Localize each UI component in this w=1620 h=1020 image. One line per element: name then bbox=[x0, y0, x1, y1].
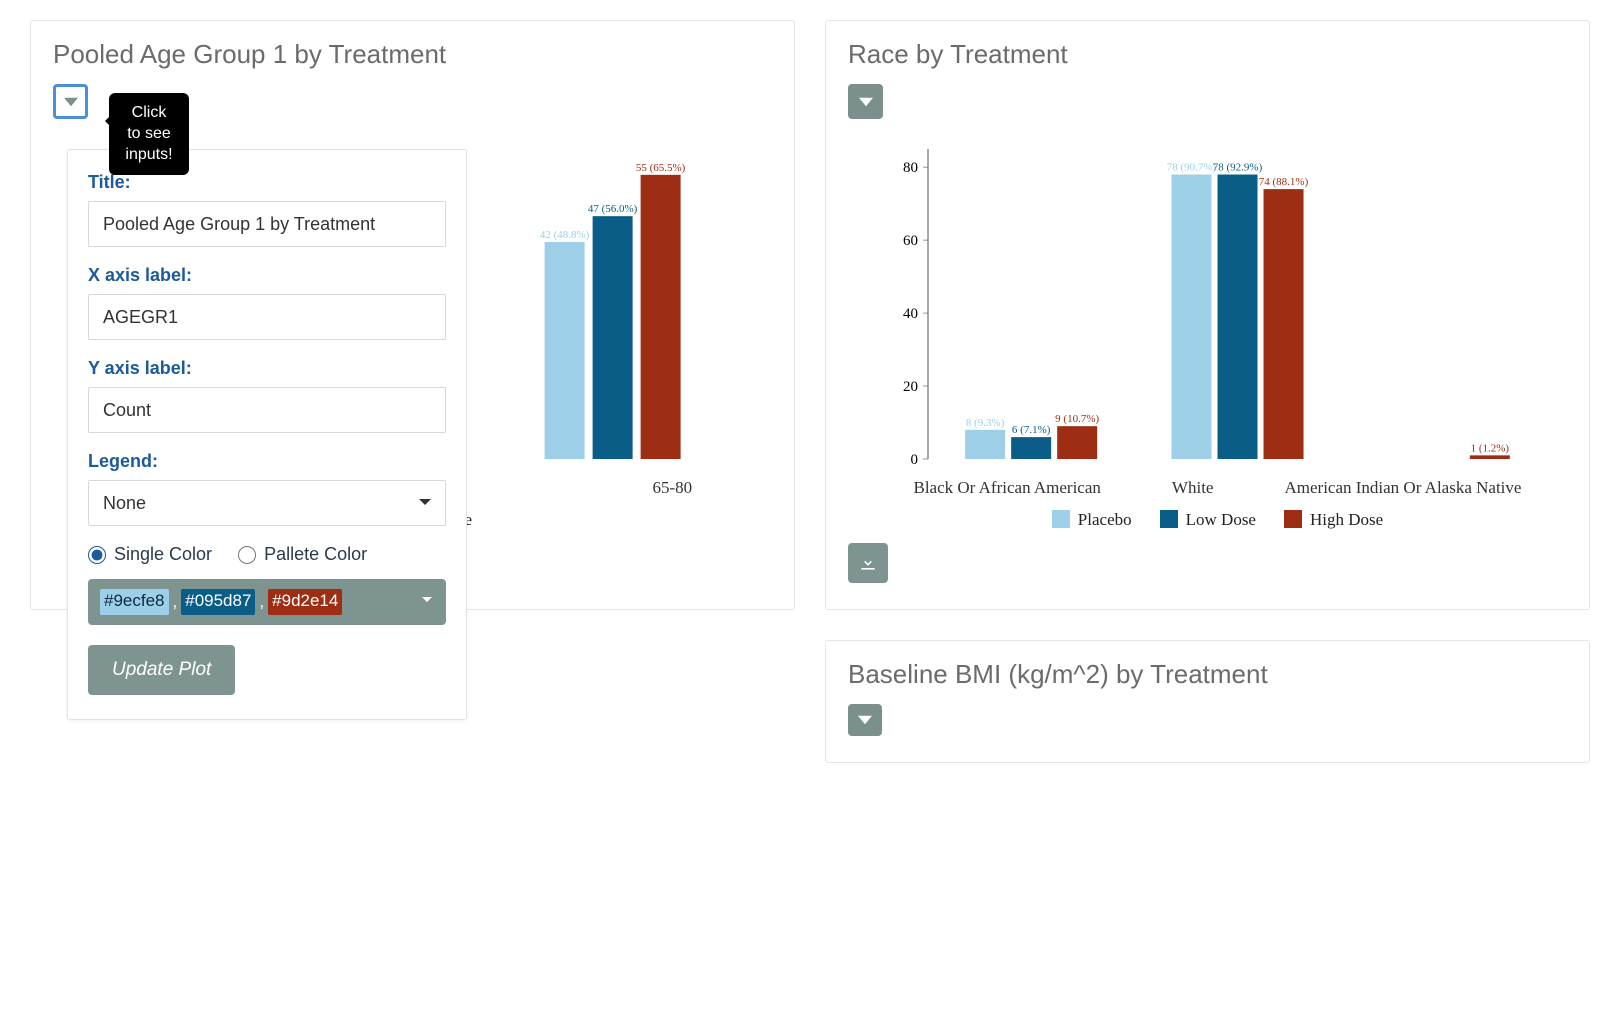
inputs-toggle-button[interactable] bbox=[848, 84, 883, 119]
yaxis-input[interactable] bbox=[88, 387, 446, 433]
svg-text:47 (56.0%): 47 (56.0%) bbox=[588, 203, 638, 215]
panel-title: Pooled Age Group 1 by Treatment bbox=[53, 39, 772, 70]
xaxis-input[interactable] bbox=[88, 294, 446, 340]
color-chip-3: #9d2e14 bbox=[268, 589, 342, 615]
chevron-down-icon bbox=[422, 597, 432, 607]
download-button[interactable] bbox=[848, 543, 888, 583]
title-input[interactable] bbox=[88, 201, 446, 247]
legend-swatch-high bbox=[1284, 510, 1302, 528]
svg-text:78 (90.7%): 78 (90.7%) bbox=[1167, 162, 1217, 174]
svg-text:6 (7.1%): 6 (7.1%) bbox=[1012, 424, 1051, 436]
chart-svg: 0 20 40 60 80 8 (9.3%) 6 (7.1%) 9 (10.7%) 78 (90… bbox=[878, 129, 1557, 469]
legend-swatch-placebo bbox=[1052, 510, 1070, 528]
xaxis-label: X axis label: bbox=[88, 265, 446, 286]
svg-text:60: 60 bbox=[903, 233, 918, 249]
color-input[interactable]: #9ecfe8, #095d87, #9d2e14 bbox=[88, 579, 446, 625]
single-color-radio[interactable]: Single Color bbox=[88, 544, 212, 565]
update-plot-button[interactable]: Update Plot bbox=[88, 645, 235, 695]
x-category-label: Black Or African American bbox=[914, 478, 1101, 498]
title-label: Title: bbox=[88, 172, 446, 193]
svg-text:9 (10.7%): 9 (10.7%) bbox=[1055, 413, 1099, 425]
inputs-toggle-button[interactable] bbox=[53, 84, 88, 119]
panel-title: Race by Treatment bbox=[848, 39, 1567, 70]
svg-text:20: 20 bbox=[903, 379, 918, 395]
svg-text:0: 0 bbox=[911, 452, 919, 468]
color-chip-2: #095d87 bbox=[181, 589, 255, 615]
svg-text:40: 40 bbox=[903, 306, 918, 322]
svg-text:55 (65.5%): 55 (65.5%) bbox=[636, 162, 686, 174]
panel-pooled-age: Pooled Age Group 1 by Treatment Click to… bbox=[30, 20, 795, 610]
color-mode-radiogroup: Single Color Pallete Color bbox=[88, 544, 446, 565]
svg-text:80: 80 bbox=[903, 160, 918, 176]
legend-label: Legend: bbox=[88, 451, 446, 472]
inputs-tooltip: Click to see inputs! bbox=[109, 93, 189, 175]
legend-select-value: None bbox=[103, 493, 146, 514]
yaxis-label: Y axis label: bbox=[88, 358, 446, 379]
panel-bmi: Baseline BMI (kg/m^2) by Treatment bbox=[825, 640, 1590, 763]
legend-swatch-low bbox=[1160, 510, 1178, 528]
svg-text:8 (9.3%): 8 (9.3%) bbox=[966, 417, 1005, 429]
svg-text:1 (1.2%): 1 (1.2%) bbox=[1471, 442, 1510, 454]
panel-title: Baseline BMI (kg/m^2) by Treatment bbox=[848, 659, 1567, 690]
race-chart: 0 20 40 60 80 8 (9.3%) 6 (7.1%) 9 (10.7%) 78 (90… bbox=[848, 129, 1567, 529]
x-category-label: 65-80 bbox=[652, 478, 692, 498]
pallete-color-radio[interactable]: Pallete Color bbox=[238, 544, 367, 565]
inputs-popover: Title: X axis label: Y axis label: Legen… bbox=[67, 149, 467, 720]
svg-text:74 (88.1%): 74 (88.1%) bbox=[1259, 176, 1309, 188]
chevron-down-icon bbox=[419, 499, 431, 511]
svg-text:42 (48.8%): 42 (48.8%) bbox=[540, 229, 590, 241]
color-chip-1: #9ecfe8 bbox=[100, 589, 169, 615]
inputs-toggle-button[interactable] bbox=[848, 704, 882, 736]
chart-legend: Placebo Low Dose High Dose bbox=[878, 510, 1557, 530]
svg-text:78 (92.9%): 78 (92.9%) bbox=[1213, 162, 1263, 174]
legend-select[interactable]: None bbox=[88, 480, 446, 526]
panel-race: Race by Treatment 0 20 40 60 80 8 (9.3%) 6 (7.… bbox=[825, 20, 1590, 610]
x-category-label: White bbox=[1172, 478, 1214, 498]
x-category-label: American Indian Or Alaska Native bbox=[1284, 478, 1521, 498]
